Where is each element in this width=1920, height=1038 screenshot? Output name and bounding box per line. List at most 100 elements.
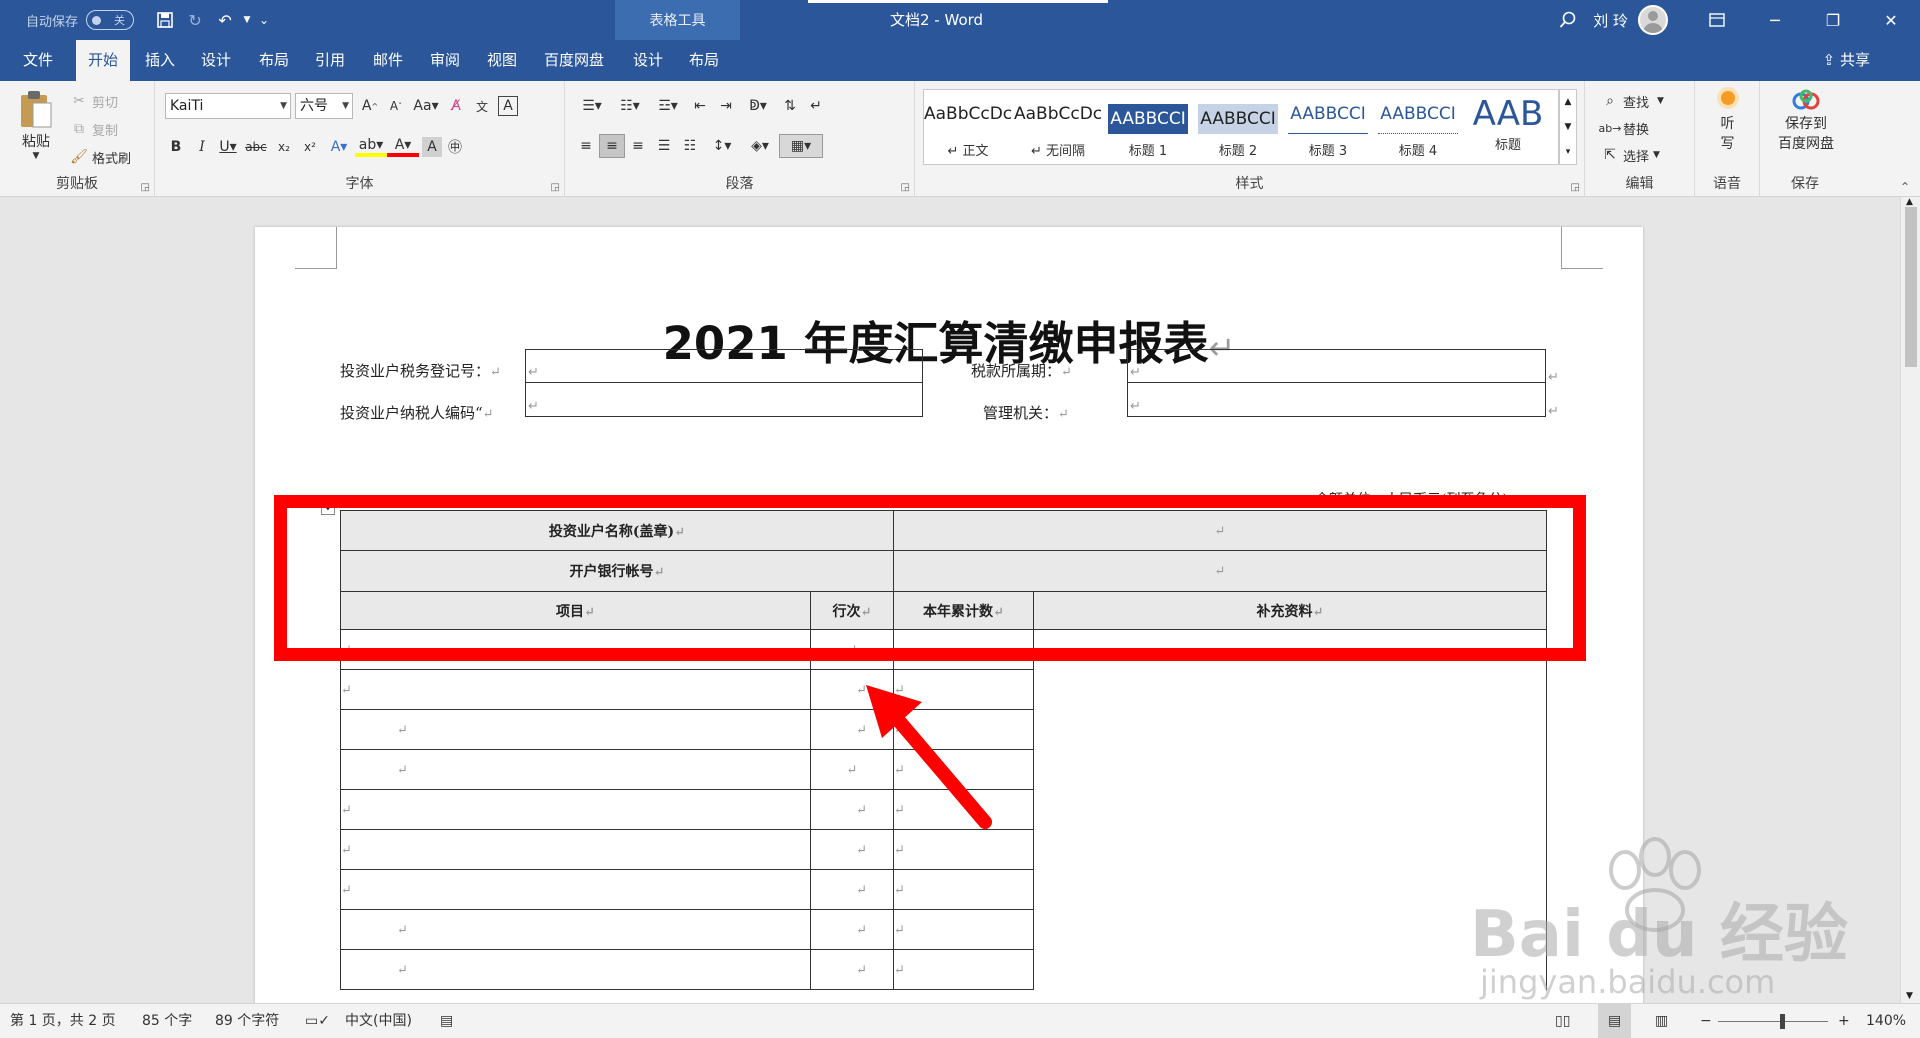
- web-layout-icon[interactable]: ▥: [1655, 1004, 1668, 1038]
- language-indicator[interactable]: 中文(中国): [345, 1004, 412, 1038]
- superscript-icon[interactable]: x²: [297, 135, 323, 159]
- table-cell[interactable]: ↵: [893, 869, 1034, 910]
- font-color-icon[interactable]: A▾: [387, 137, 419, 157]
- table-cell[interactable]: ↵: [893, 949, 1034, 990]
- ribbon-display-options-icon[interactable]: [1688, 0, 1746, 40]
- tab-home[interactable]: 开始: [76, 40, 130, 82]
- proofing-icon[interactable]: ▭✓: [305, 1004, 330, 1038]
- print-layout-icon[interactable]: ▤: [1598, 1004, 1632, 1038]
- read-mode-icon[interactable]: ▯▯: [1555, 1004, 1570, 1038]
- undo-dropdown-icon[interactable]: ▼: [240, 5, 254, 35]
- replace-button[interactable]: ab→ 替换: [1597, 116, 1650, 140]
- copy-button[interactable]: ⧉ 复制: [66, 117, 118, 141]
- dictate-button[interactable]: 听 写: [1705, 91, 1750, 153]
- change-case-icon[interactable]: Aa▾: [409, 94, 443, 118]
- scroll-thumb[interactable]: [1905, 207, 1917, 367]
- user-name[interactable]: 刘 玲: [1593, 10, 1628, 31]
- style-no-spacing[interactable]: AaBbCcDc ↵ 无间隔: [1014, 90, 1102, 166]
- scroll-down-icon[interactable]: ▼: [1560, 115, 1576, 140]
- redo-disabled-icon[interactable]: ↻: [180, 5, 210, 35]
- minimize-icon[interactable]: ─: [1746, 0, 1804, 40]
- zoom-slider-thumb[interactable]: [1780, 1014, 1785, 1029]
- style-heading-1[interactable]: AABBCCI 标题 1: [1104, 90, 1192, 166]
- select-button[interactable]: ⇱ 选择 ▼: [1597, 143, 1660, 167]
- increase-indent-icon[interactable]: ⇥: [713, 94, 739, 118]
- format-painter-button[interactable]: 🖌 格式刷: [66, 145, 131, 169]
- more-styles-icon[interactable]: ▾: [1560, 140, 1576, 164]
- collapse-ribbon-icon[interactable]: ⌃: [1900, 180, 1910, 194]
- italic-icon[interactable]: I: [189, 135, 215, 159]
- char-border-icon[interactable]: A: [498, 96, 518, 116]
- style-normal[interactable]: AaBbCcDc ↵ 正文: [924, 90, 1012, 166]
- style-heading-3[interactable]: AABBCCI 标题 3: [1284, 90, 1372, 166]
- style-title[interactable]: AAB 标题: [1464, 90, 1552, 166]
- distributed-icon[interactable]: ☷: [677, 134, 703, 158]
- table-cell[interactable]: ↵: [340, 949, 811, 990]
- subscript-icon[interactable]: x₂: [271, 135, 297, 159]
- tab-references[interactable]: 引用: [306, 40, 354, 81]
- tab-mailings[interactable]: 邮件: [364, 40, 412, 81]
- underline-icon[interactable]: U▾: [215, 135, 241, 159]
- table-cell[interactable]: ↵: [340, 829, 811, 870]
- taxpayer-code-field[interactable]: ↵: [525, 383, 923, 417]
- bold-icon[interactable]: B: [163, 135, 189, 159]
- chinese-layout-icon[interactable]: ↁ▾: [739, 94, 777, 118]
- shrink-font-icon[interactable]: Aˇ: [383, 94, 409, 118]
- scroll-up-icon[interactable]: ▲: [1560, 90, 1576, 115]
- tab-layout[interactable]: 布局: [250, 40, 298, 81]
- sort-icon[interactable]: ⇅: [777, 94, 803, 118]
- justify-icon[interactable]: ☰: [651, 134, 677, 158]
- tab-table-layout[interactable]: 布局: [680, 40, 728, 81]
- zoom-out-icon[interactable]: −: [1700, 1004, 1712, 1038]
- word-count[interactable]: 85 个字: [142, 1004, 192, 1038]
- autosave-toggle[interactable]: 关: [86, 10, 135, 30]
- customize-qat-icon[interactable]: ⌄: [254, 5, 274, 35]
- font-name-combo[interactable]: KaiTi ▼: [165, 93, 291, 119]
- tab-view[interactable]: 视图: [478, 40, 526, 81]
- search-icon[interactable]: [1543, 0, 1593, 40]
- tab-design[interactable]: 设计: [192, 40, 240, 81]
- align-left-icon[interactable]: ≡: [573, 134, 599, 158]
- close-icon[interactable]: ✕: [1862, 0, 1920, 40]
- numbering-icon[interactable]: ☷▾: [611, 94, 649, 118]
- paste-button[interactable]: 粘贴 ▼: [14, 89, 58, 161]
- undo-icon[interactable]: ↶: [210, 5, 240, 35]
- style-heading-4[interactable]: AABBCCI 标题 4: [1374, 90, 1462, 166]
- tax-reg-field[interactable]: ↵: [525, 349, 923, 383]
- tab-review[interactable]: 审阅: [421, 40, 469, 81]
- style-heading-2[interactable]: AABBCCI 标题 2: [1194, 90, 1282, 166]
- page-count[interactable]: 第 1 页，共 2 页: [10, 1004, 116, 1038]
- avatar[interactable]: [1638, 5, 1668, 35]
- phonetic-guide-icon[interactable]: 文: [469, 94, 495, 118]
- vertical-scrollbar[interactable]: ▲ ▼: [1900, 197, 1920, 1003]
- clear-format-icon[interactable]: A̸: [443, 94, 469, 118]
- table-cell[interactable]: ↵: [340, 669, 811, 710]
- clipboard-launcher-icon[interactable]: ◲: [141, 182, 150, 193]
- table-cell[interactable]: ↵: [810, 869, 894, 910]
- share-button[interactable]: ⇪ 共享: [1823, 40, 1870, 81]
- shading-icon[interactable]: ◈▾: [741, 134, 779, 158]
- scroll-down-icon[interactable]: ▼: [1906, 991, 1913, 1001]
- table-cell[interactable]: ↵: [340, 909, 811, 950]
- table-cell[interactable]: ↵: [893, 909, 1034, 950]
- bullets-icon[interactable]: ☰▾: [573, 94, 611, 118]
- table-cell[interactable]: ↵: [810, 829, 894, 870]
- table-cell[interactable]: ↵: [340, 749, 811, 790]
- multilevel-list-icon[interactable]: ☲▾: [649, 94, 687, 118]
- table-cell[interactable]: ↵: [810, 909, 894, 950]
- font-size-combo[interactable]: 六号 ▼: [295, 93, 353, 119]
- show-marks-icon[interactable]: ↵: [803, 94, 829, 118]
- tax-period-field[interactable]: ↵: [1127, 349, 1546, 383]
- table-cell[interactable]: ↵: [893, 829, 1034, 870]
- restore-icon[interactable]: ❐: [1804, 0, 1862, 40]
- cut-button[interactable]: ✂ 剪切: [66, 89, 118, 113]
- tab-baidu-netdisk[interactable]: 百度网盘: [536, 40, 612, 81]
- table-cell[interactable]: ↵: [810, 949, 894, 990]
- strikethrough-icon[interactable]: abc: [241, 135, 271, 159]
- styles-scroll[interactable]: ▲ ▼ ▾: [1559, 89, 1577, 165]
- font-launcher-icon[interactable]: ◲: [551, 182, 560, 193]
- table-cell[interactable]: ↵: [340, 789, 811, 830]
- highlight-icon[interactable]: ab▾: [355, 137, 387, 157]
- grow-font-icon[interactable]: A ^: [357, 94, 383, 118]
- tax-authority-field[interactable]: ↵: [1127, 383, 1546, 417]
